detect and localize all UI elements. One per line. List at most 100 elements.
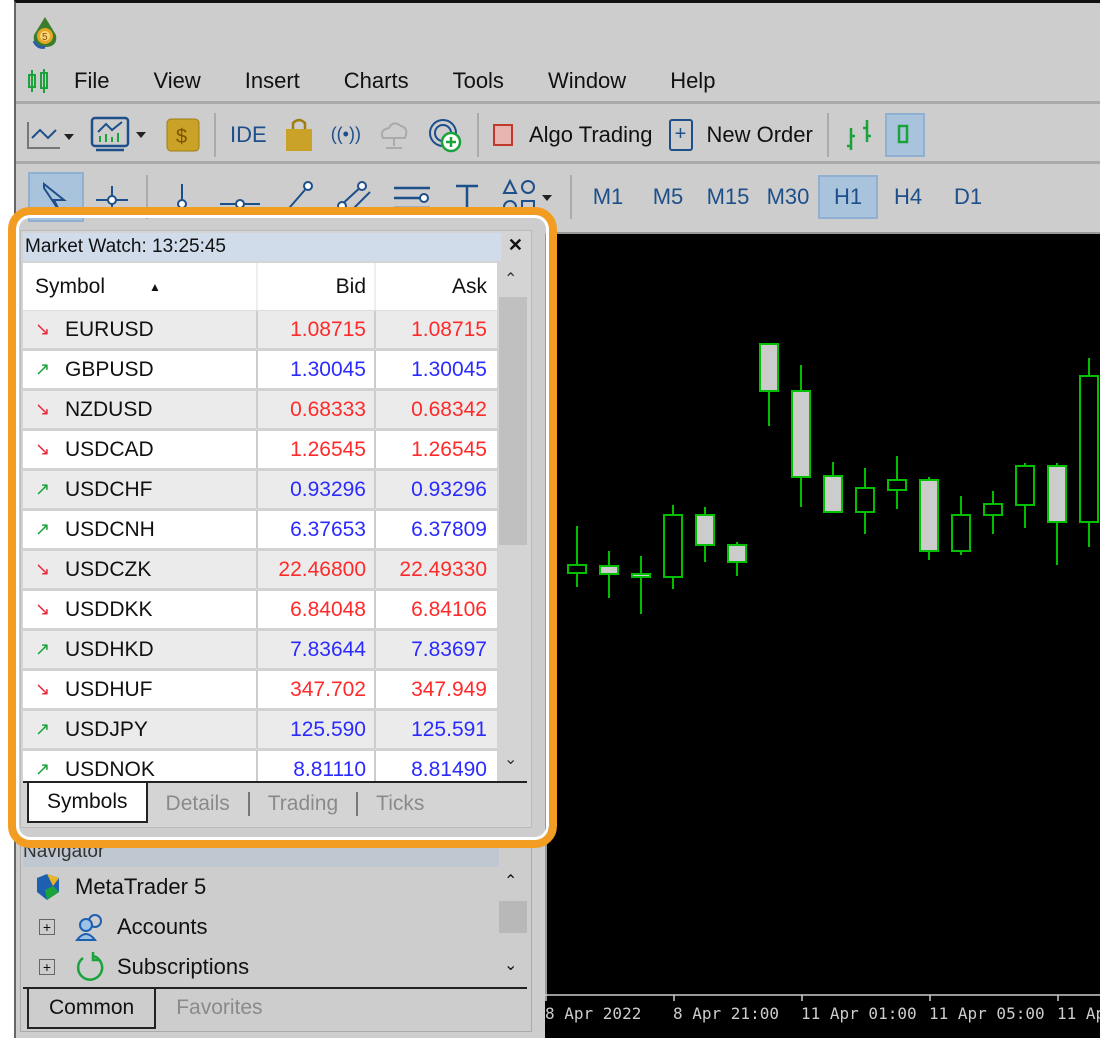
toolbar-separator <box>570 175 572 219</box>
scrollbar-thumb[interactable] <box>499 297 527 545</box>
arrow-up-right-icon: ↗ <box>35 359 51 379</box>
symbol-name: USDJPY <box>65 717 148 741</box>
text-tool[interactable] <box>442 175 492 219</box>
tab-ticks[interactable]: Ticks <box>358 792 442 816</box>
timeframe-m30[interactable]: M30 <box>758 175 818 219</box>
tab-details[interactable]: Details <box>148 792 250 816</box>
signals-button[interactable]: ((•)) <box>323 113 369 157</box>
scroll-down-icon[interactable]: ⌄ <box>504 749 517 769</box>
new-order-button[interactable]: + New Order <box>661 113 821 157</box>
menu-tools[interactable]: Tools <box>453 68 504 94</box>
tree-item-subscriptions[interactable]: + Subscriptions <box>39 947 249 987</box>
symbol-cell: ↗ USDCHF <box>23 471 258 508</box>
menu-window[interactable]: Window <box>548 68 626 94</box>
symbol-cell: ↗ USDHKD <box>23 631 258 668</box>
timeframe-h4[interactable]: H4 <box>878 175 938 219</box>
menu-help[interactable]: Help <box>670 68 715 94</box>
candle-body <box>983 503 1003 516</box>
symbol-name: EURUSD <box>65 317 154 341</box>
tab-favorites[interactable]: Favorites <box>156 989 282 1029</box>
symbol-name: USDNOK <box>65 757 155 781</box>
timeframe-m5[interactable]: M5 <box>638 175 698 219</box>
trendline-icon <box>283 181 313 214</box>
scrollbar-thumb[interactable] <box>499 901 527 933</box>
menu-file[interactable]: File <box>74 68 109 94</box>
algo-off-icon <box>492 123 513 146</box>
table-row[interactable]: ↘ USDDKK 6.84048 6.84106 <box>23 591 497 631</box>
market-watch-scrollbar[interactable]: ⌃ ⌄ <box>498 263 528 781</box>
timeframe-m15[interactable]: M15 <box>698 175 758 219</box>
vps-button[interactable] <box>369 113 419 157</box>
close-icon[interactable]: ✕ <box>508 235 523 256</box>
timeframe-m1[interactable]: M1 <box>578 175 638 219</box>
add-signal-button[interactable] <box>419 113 471 157</box>
table-row[interactable]: ↗ USDHKD 7.83644 7.83697 <box>23 631 497 671</box>
time-tick-label: 11 Ap <box>1057 1004 1100 1023</box>
tab-symbols[interactable]: Symbols <box>27 783 148 823</box>
horizontal-line-tool[interactable] <box>210 175 270 219</box>
table-row[interactable]: ↗ USDCNH 6.37653 6.37809 <box>23 511 497 551</box>
indicators-button[interactable] <box>82 113 158 157</box>
algo-trading-button[interactable]: Algo Trading <box>485 113 661 157</box>
price-chart[interactable]: 8 Apr 2022 8 Apr 21:00 11 Apr 01:00 11 Apr … <box>545 232 1100 1038</box>
fibonacci-tool[interactable] <box>382 175 442 219</box>
tree-item-metatrader[interactable]: MetaTrader 5 <box>33 867 206 907</box>
table-row[interactable]: ↗ USDCHF 0.93296 0.93296 <box>23 471 497 511</box>
candle-body <box>919 479 939 552</box>
symbol-cell: ↘ NZDUSD <box>23 391 258 428</box>
radar-add-icon <box>428 118 462 152</box>
menu-view[interactable]: View <box>153 68 200 94</box>
arrow-up-right-icon: ↗ <box>35 519 51 539</box>
table-row[interactable]: ↘ NZDUSD 0.68333 0.68342 <box>23 391 497 431</box>
symbol-name: USDCNH <box>65 517 155 541</box>
symbol-name: USDHKD <box>65 637 154 661</box>
navigator-scrollbar[interactable]: ⌃ ⌄ <box>498 867 528 987</box>
table-row[interactable]: ↗ GBPUSD 1.30045 1.30045 <box>23 351 497 391</box>
candlestick-chart-button[interactable] <box>884 112 925 157</box>
toolbar-separator <box>476 112 479 157</box>
tab-common[interactable]: Common <box>27 989 157 1029</box>
expand-icon[interactable]: + <box>39 919 55 935</box>
candle-body <box>1047 465 1067 523</box>
expand-icon[interactable]: + <box>39 959 55 975</box>
scroll-down-icon[interactable]: ⌄ <box>504 955 517 975</box>
table-row[interactable]: ↘ EURUSD 1.08715 1.08715 <box>23 311 497 351</box>
menu-insert[interactable]: Insert <box>245 68 300 94</box>
trendline-tool[interactable] <box>270 175 326 219</box>
new-order-label: New Order <box>706 121 813 147</box>
tab-trading[interactable]: Trading <box>250 792 359 816</box>
bar-chart-button[interactable] <box>835 113 885 157</box>
menu-charts[interactable]: Charts <box>344 68 409 94</box>
candle-body <box>599 565 619 575</box>
timeframe-h1[interactable]: H1 <box>818 175 878 219</box>
bid-cell: 22.46800 <box>258 551 376 588</box>
svg-text:5: 5 <box>42 32 48 43</box>
table-row[interactable]: ↘ USDCAD 1.26545 1.26545 <box>23 431 497 471</box>
column-ask[interactable]: Ask <box>376 263 495 310</box>
tree-item-accounts[interactable]: + Accounts <box>39 907 208 947</box>
bid-cell: 8.81110 <box>258 751 376 781</box>
market-button[interactable]: $ <box>158 113 208 157</box>
candlestick-chart[interactable]: 8 Apr 2022 8 Apr 21:00 11 Apr 01:00 11 Apr … <box>545 232 1100 1038</box>
scroll-up-icon[interactable]: ⌃ <box>504 871 517 891</box>
table-row[interactable]: ↘ USDHUF 347.702 347.949 <box>23 671 497 711</box>
table-row[interactable]: ↘ USDCZK 22.46800 22.49330 <box>23 551 497 591</box>
shapes-tool[interactable] <box>492 175 564 219</box>
column-symbol[interactable]: Symbol ▲ <box>23 263 258 310</box>
channel-tool[interactable] <box>326 175 382 219</box>
scroll-up-icon[interactable]: ⌃ <box>504 269 517 289</box>
time-tick-label: 8 Apr 21:00 <box>673 1004 779 1023</box>
vertical-line-tool[interactable] <box>154 175 210 219</box>
standard-toolbar: $ IDE ((•)) Algo Trading + New Order <box>16 108 1100 164</box>
timeframe-d1[interactable]: D1 <box>938 175 998 219</box>
crosshair-tool[interactable] <box>84 175 140 219</box>
cursor-tool[interactable] <box>28 172 84 222</box>
column-bid[interactable]: Bid <box>258 263 376 310</box>
chart-type-button[interactable] <box>16 113 82 157</box>
ide-button[interactable]: IDE <box>222 113 275 157</box>
table-row[interactable]: ↗ USDJPY 125.590 125.591 <box>23 711 497 751</box>
time-tick-label: 8 Apr 2022 <box>545 1004 641 1023</box>
table-row[interactable]: ↗ USDNOK 8.81110 8.81490 <box>23 751 497 781</box>
cloud-icon <box>380 121 408 149</box>
shop-button[interactable] <box>275 113 323 157</box>
